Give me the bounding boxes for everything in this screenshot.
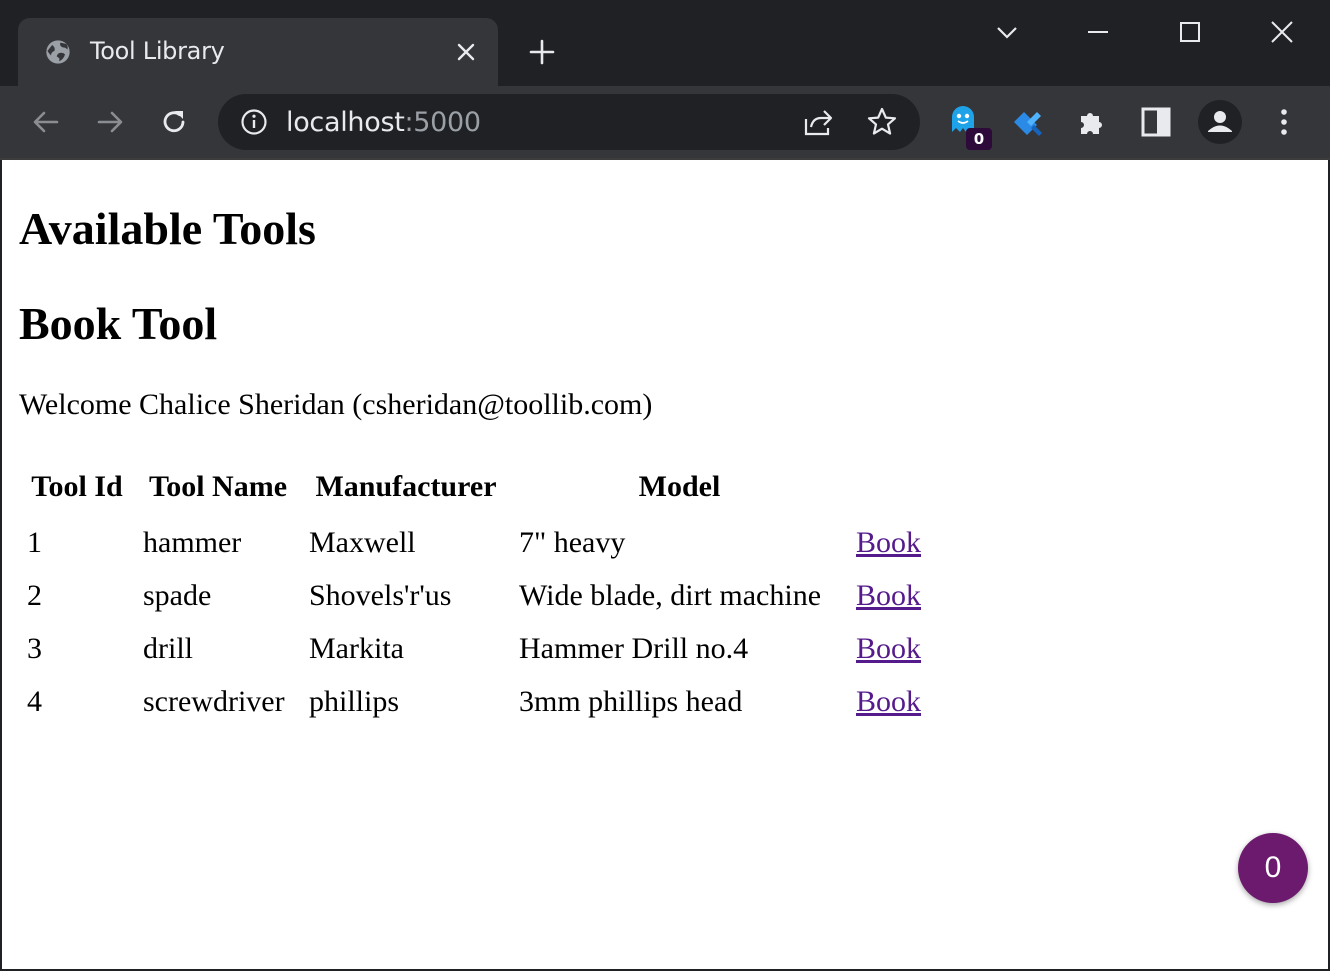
table-header-row: Tool Id Tool Name Manufacturer Model xyxy=(19,458,938,516)
available-tools-heading: Available Tools xyxy=(19,203,316,254)
tab-search-chevron-icon[interactable] xyxy=(993,18,1021,46)
book-cell: Book xyxy=(848,569,938,622)
tab-strip: Tool Library xyxy=(0,0,1330,86)
bookmark-star-icon[interactable] xyxy=(866,106,898,138)
tool-id-cell: 4 xyxy=(27,684,42,718)
column-header-manufacturer: Manufacturer xyxy=(315,470,497,503)
book-link[interactable]: Book xyxy=(856,632,921,665)
book-link[interactable]: Book xyxy=(856,579,921,612)
cart-count-button[interactable]: 0 xyxy=(1238,833,1308,903)
address-bar[interactable]: localhost:5000 xyxy=(218,94,920,150)
table-row: 4 screwdriver phillips 3mm phillips head… xyxy=(19,675,938,728)
table-row: 3 drill Markita Hammer Drill no.4 Book xyxy=(19,622,938,675)
page-content: Available Tools Book Tool Welcome Chalic… xyxy=(2,160,1328,969)
extension-badge: 0 xyxy=(966,128,992,150)
tab-title: Tool Library xyxy=(90,37,225,65)
tools-table: Tool Id Tool Name Manufacturer Model 1 h… xyxy=(19,458,938,728)
url-text[interactable]: localhost:5000 xyxy=(286,107,481,138)
share-icon[interactable] xyxy=(802,106,834,138)
browser-tab[interactable]: Tool Library xyxy=(18,18,498,86)
close-window-icon[interactable] xyxy=(1268,18,1296,46)
model-cell: 3mm phillips head xyxy=(519,684,743,718)
back-icon[interactable] xyxy=(30,106,62,138)
site-info-icon[interactable] xyxy=(240,108,268,136)
model-cell: 7" heavy xyxy=(519,525,626,559)
table-row: 1 hammer Maxwell 7" heavy Book xyxy=(19,516,938,569)
tool-name-cell: hammer xyxy=(143,525,242,559)
model-cell: Wide blade, dirt machine xyxy=(519,578,822,612)
maximize-icon[interactable] xyxy=(1176,18,1204,46)
globe-icon xyxy=(46,40,70,64)
profile-avatar-icon[interactable] xyxy=(1198,100,1242,144)
browser-menu-icon[interactable] xyxy=(1268,106,1300,138)
book-link[interactable]: Book xyxy=(856,526,921,559)
extensions-puzzle-icon[interactable] xyxy=(1076,106,1108,138)
tool-name-cell: drill xyxy=(143,631,193,665)
forward-icon[interactable] xyxy=(94,106,126,138)
book-tool-heading: Book Tool xyxy=(19,298,218,349)
side-panel-icon[interactable] xyxy=(1140,106,1172,138)
manufacturer-cell: Markita xyxy=(309,631,404,665)
eyedropper-extension-icon[interactable] xyxy=(1011,106,1043,138)
model-cell: Hammer Drill no.4 xyxy=(519,631,749,665)
tool-name-cell: screwdriver xyxy=(143,684,285,718)
reload-icon[interactable] xyxy=(158,106,190,138)
column-header-action xyxy=(848,458,938,516)
column-header-model: Model xyxy=(638,470,721,503)
welcome-message: Welcome Chalice Sheridan (csheridan@tool… xyxy=(19,388,653,421)
tool-id-cell: 3 xyxy=(27,631,42,665)
manufacturer-cell: Shovels'r'us xyxy=(309,578,452,612)
book-cell: Book xyxy=(848,516,938,569)
url-host: localhost xyxy=(286,107,405,138)
url-port: :5000 xyxy=(404,107,482,138)
book-link[interactable]: Book xyxy=(856,685,921,718)
book-cell: Book xyxy=(848,622,938,675)
minimize-icon[interactable] xyxy=(1084,18,1112,46)
table-row: 2 spade Shovels'r'us Wide blade, dirt ma… xyxy=(19,569,938,622)
manufacturer-cell: phillips xyxy=(309,684,400,718)
close-tab-icon[interactable] xyxy=(455,41,477,63)
book-cell: Book xyxy=(848,675,938,728)
browser-toolbar: localhost:5000 0 xyxy=(0,86,1330,158)
manufacturer-cell: Maxwell xyxy=(309,525,416,559)
tool-id-cell: 2 xyxy=(27,578,42,612)
tool-name-cell: spade xyxy=(143,578,212,612)
column-header-tool-id: Tool Id xyxy=(31,470,123,503)
tool-id-cell: 1 xyxy=(27,525,42,559)
new-tab-icon[interactable] xyxy=(528,38,556,66)
column-header-tool-name: Tool Name xyxy=(148,470,288,503)
